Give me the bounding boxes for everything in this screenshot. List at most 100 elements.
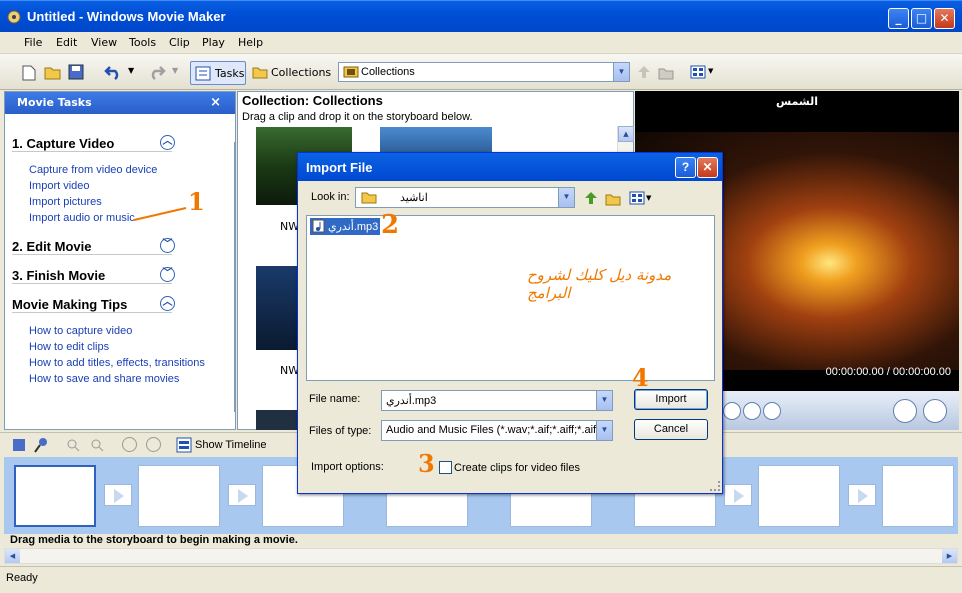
collections-folder-icon	[252, 67, 268, 79]
up-folder-icon[interactable]	[636, 64, 652, 80]
take-picture-icon[interactable]	[923, 399, 947, 423]
chevron-down-icon[interactable]: ▼	[596, 391, 612, 410]
import-file-dialog: Import File ? ✕ Look in: اناشيد ▼ ▼ أندر…	[297, 152, 723, 494]
section-edit-movie[interactable]: 2. Edit Movie ﹀	[12, 238, 175, 255]
link-how-save[interactable]: How to save and share movies	[29, 373, 179, 385]
dialog-title-bar: Import File ? ✕	[298, 153, 722, 181]
watermark-text: مدونة ديل كليك لشروح البرامج	[527, 266, 672, 302]
menu-clip[interactable]: Clip	[169, 36, 190, 49]
chevron-down-icon[interactable]: ▼	[596, 421, 612, 440]
cancel-button[interactable]: Cancel	[634, 419, 708, 440]
look-in-label: Look in:	[311, 191, 350, 203]
menu-tools[interactable]: Tools	[129, 36, 156, 49]
previous-frame-icon[interactable]	[723, 402, 741, 420]
maximize-button[interactable]: □	[911, 8, 932, 29]
file-name-label: File name:	[309, 393, 361, 405]
create-clips-label[interactable]: Create clips for video files	[454, 462, 580, 474]
chevron-down-icon[interactable]: ▼	[558, 188, 574, 207]
section-finish-movie[interactable]: 3. Finish Movie ﹀	[12, 267, 175, 284]
collection-select[interactable]: Collections ▼	[338, 62, 630, 82]
menu-view[interactable]: View	[91, 36, 117, 49]
view-menu-dropdown-icon[interactable]: ▼	[646, 194, 651, 202]
import-button[interactable]: Import	[634, 389, 708, 410]
redo-icon[interactable]	[148, 64, 166, 80]
next-frame-icon[interactable]	[763, 402, 781, 420]
close-button[interactable]: ✕	[934, 8, 955, 29]
save-icon[interactable]	[68, 64, 84, 80]
storyboard-cell[interactable]	[138, 465, 220, 527]
dialog-close-button[interactable]: ✕	[697, 157, 718, 178]
link-capture-from-device[interactable]: Capture from video device	[29, 164, 157, 176]
storyboard-cell[interactable]	[14, 465, 96, 527]
files-of-type-select[interactable]: Audio and Music Files (*.wav;*.aif;*.aif…	[381, 420, 613, 441]
file-name-input[interactable]: أندري.mp3 ▼	[381, 390, 613, 411]
link-how-edit[interactable]: How to edit clips	[29, 341, 109, 353]
views-dropdown-icon[interactable]: ▼	[708, 67, 713, 75]
collections-button[interactable]: Collections	[252, 64, 332, 82]
rewind-storyboard-icon[interactable]	[122, 437, 137, 452]
tasks-icon	[195, 66, 211, 81]
link-how-titles[interactable]: How to add titles, effects, transitions	[29, 357, 205, 369]
new-folder-icon[interactable]	[658, 64, 676, 80]
scroll-right-icon[interactable]: ▶	[942, 549, 957, 563]
link-how-capture[interactable]: How to capture video	[29, 325, 132, 337]
view-menu-icon[interactable]	[629, 190, 647, 206]
split-clip-icon[interactable]	[893, 399, 917, 423]
redo-dropdown-icon[interactable]: ▼	[172, 66, 178, 75]
section-movie-tips[interactable]: Movie Making Tips ︿	[12, 296, 175, 313]
undo-dropdown-icon[interactable]: ▼	[128, 66, 134, 75]
annotation-4: 4	[632, 363, 649, 392]
transition-cell[interactable]	[228, 484, 256, 506]
new-icon[interactable]	[22, 65, 36, 81]
create-clips-checkbox[interactable]	[439, 461, 452, 474]
views-icon[interactable]	[690, 64, 708, 80]
show-timeline-icon[interactable]	[176, 437, 192, 453]
link-import-audio[interactable]: Import audio or music	[29, 212, 135, 224]
menu-play[interactable]: Play	[202, 36, 225, 49]
create-new-folder-icon[interactable]	[605, 190, 623, 206]
movie-tasks-panel: Movie Tasks × 1. Capture Video ︿ Capture …	[4, 91, 236, 430]
transition-cell[interactable]	[104, 484, 132, 506]
timeline-film-icon[interactable]	[12, 438, 26, 452]
scroll-left-icon[interactable]: ◀	[5, 549, 20, 563]
chevron-down-icon[interactable]: ﹀	[160, 267, 175, 282]
movie-tasks-title: Movie Tasks	[17, 96, 92, 109]
link-import-pictures[interactable]: Import pictures	[29, 196, 102, 208]
storyboard-cell[interactable]	[882, 465, 954, 527]
menu-edit[interactable]: Edit	[56, 36, 77, 49]
play-storyboard-icon[interactable]	[146, 437, 161, 452]
transition-cell[interactable]	[724, 484, 752, 506]
toolbar: ▼ ▼ Tasks Collections Collections ▼ ▼	[0, 54, 962, 90]
chevron-up-icon[interactable]: ︿	[160, 296, 175, 311]
transition-cell[interactable]	[848, 484, 876, 506]
undo-icon[interactable]	[104, 64, 122, 80]
zoom-out-icon[interactable]	[90, 438, 104, 452]
menu-file[interactable]: File	[24, 36, 42, 49]
tasks-button[interactable]: Tasks	[190, 61, 246, 85]
resize-grip-icon[interactable]	[710, 481, 720, 491]
file-item-selected[interactable]: أندري.mp3	[310, 218, 381, 235]
scroll-up-icon[interactable]: ▲	[618, 126, 634, 142]
minimize-button[interactable]: _	[888, 8, 909, 29]
close-panel-icon[interactable]: ×	[210, 95, 221, 110]
show-timeline-button[interactable]: Show Timeline	[195, 439, 267, 451]
play-icon[interactable]	[743, 402, 761, 420]
import-options-label: Import options:	[311, 461, 384, 473]
look-in-select[interactable]: اناشيد ▼	[355, 187, 575, 208]
section-title: 3. Finish Movie	[12, 268, 106, 283]
narrate-microphone-icon[interactable]	[34, 437, 48, 453]
chevron-down-icon[interactable]: ▼	[613, 63, 629, 81]
chevron-up-icon[interactable]: ︿	[160, 135, 175, 150]
files-of-type-label: Files of type:	[309, 425, 372, 437]
zoom-in-icon[interactable]	[66, 438, 80, 452]
menu-help[interactable]: Help	[238, 36, 263, 49]
section-capture-video[interactable]: 1. Capture Video ︿	[12, 135, 175, 152]
storyboard-scrollbar[interactable]: ◀ ▶	[4, 548, 958, 564]
open-icon[interactable]	[44, 64, 62, 80]
movie-maker-icon	[7, 10, 21, 24]
up-one-level-icon[interactable]	[583, 190, 599, 206]
chevron-down-icon[interactable]: ﹀	[160, 238, 175, 253]
link-import-video[interactable]: Import video	[29, 180, 90, 192]
help-button[interactable]: ?	[675, 157, 696, 178]
storyboard-cell[interactable]	[758, 465, 840, 527]
